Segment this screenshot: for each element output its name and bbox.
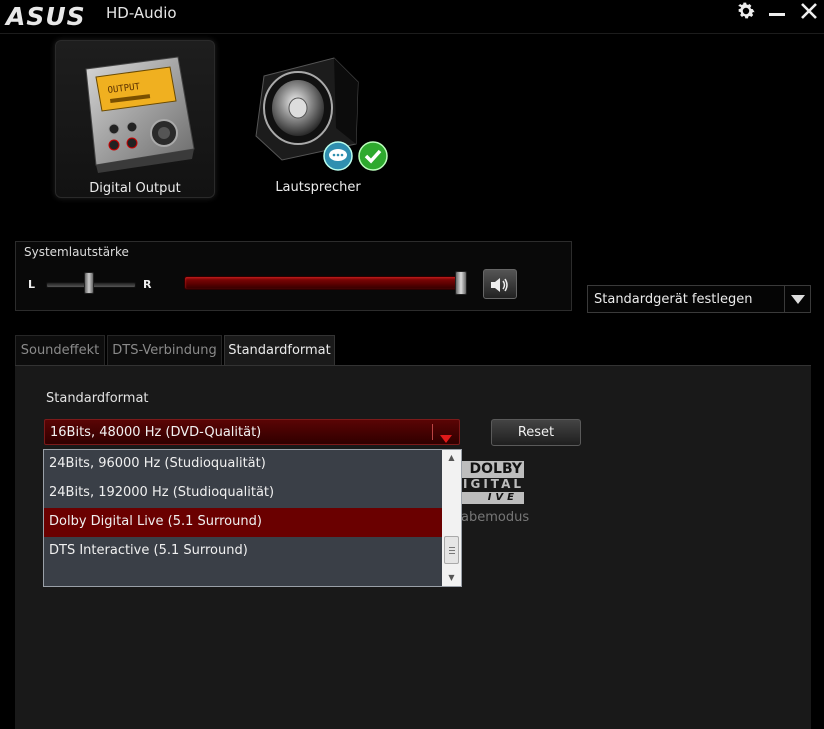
minimize-icon[interactable]	[767, 0, 787, 24]
system-volume-panel: Systemlautstärke L R	[15, 241, 572, 311]
chevron-down-icon[interactable]	[784, 286, 810, 312]
standard-format-select[interactable]: 16Bits, 48000 Hz (DVD-Qualität)	[44, 419, 460, 445]
chat-bubble-icon	[323, 141, 353, 171]
chevron-down-icon[interactable]	[439, 429, 453, 448]
playback-mode-text: abemodus	[461, 510, 530, 525]
default-device-label: Standardgerät festlegen	[594, 292, 753, 307]
dropdown-option[interactable]: 24Bits, 96000 Hz (Studioqualität)	[44, 450, 442, 479]
title-bar: ASUS HD-Audio	[0, 0, 824, 34]
dolby-digital-live-logo: DOLBY IGITAL IVE	[460, 461, 524, 504]
mute-button[interactable]	[483, 269, 517, 299]
default-device-select[interactable]: Standardgerät festlegen	[587, 285, 811, 313]
tab-soundeffekt[interactable]: Soundeffekt	[15, 335, 105, 366]
scrollbar-thumb[interactable]	[444, 536, 459, 564]
volume-slider-thumb[interactable]	[455, 271, 467, 295]
dropdown-scrollbar[interactable]: ▲ ▼	[442, 450, 461, 586]
scroll-down-icon[interactable]: ▼	[442, 570, 461, 586]
gear-icon[interactable]	[735, 0, 757, 24]
select-separator	[432, 424, 433, 440]
standard-format-value: 16Bits, 48000 Hz (DVD-Qualität)	[50, 425, 262, 440]
system-volume-label: Systemlautstärke	[24, 245, 129, 259]
app-title: HD-Audio	[106, 4, 177, 22]
device-label-digital-output: Digital Output	[89, 181, 181, 196]
dropdown-option[interactable]: 24Bits, 192000 Hz (Studioqualität)	[44, 479, 442, 508]
asus-logo: ASUS	[6, 2, 86, 31]
close-icon[interactable]	[799, 0, 819, 24]
checkmark-icon	[358, 141, 388, 171]
standard-format-dropdown-list[interactable]: 24Bits, 96000 Hz (Studioqualität) 24Bits…	[43, 449, 462, 587]
digital-output-device-icon: OUTPUT	[85, 56, 195, 173]
tab-dts-verbindung[interactable]: DTS-Verbindung	[107, 335, 222, 366]
balance-left-label: L	[28, 278, 36, 291]
balance-right-label: R	[143, 278, 152, 291]
volume-slider-track[interactable]	[184, 276, 462, 290]
dropdown-option[interactable]: DTS Interactive (5.1 Surround)	[44, 537, 442, 566]
scroll-up-icon[interactable]: ▲	[442, 450, 461, 466]
device-digital-output[interactable]: OUTPUT Digital Output	[55, 40, 215, 198]
balance-slider-thumb[interactable]	[84, 272, 94, 294]
device-label-speaker: Lautsprecher	[275, 180, 361, 195]
tab-standardformat[interactable]: Standardformat	[224, 335, 335, 367]
standard-format-label: Standardformat	[46, 391, 149, 406]
dropdown-option-highlighted[interactable]: Dolby Digital Live (5.1 Surround)	[44, 508, 442, 537]
device-speaker[interactable]: Lautsprecher	[238, 40, 398, 198]
reset-button[interactable]: Reset	[491, 419, 581, 446]
speaker-volume-icon	[491, 278, 508, 292]
